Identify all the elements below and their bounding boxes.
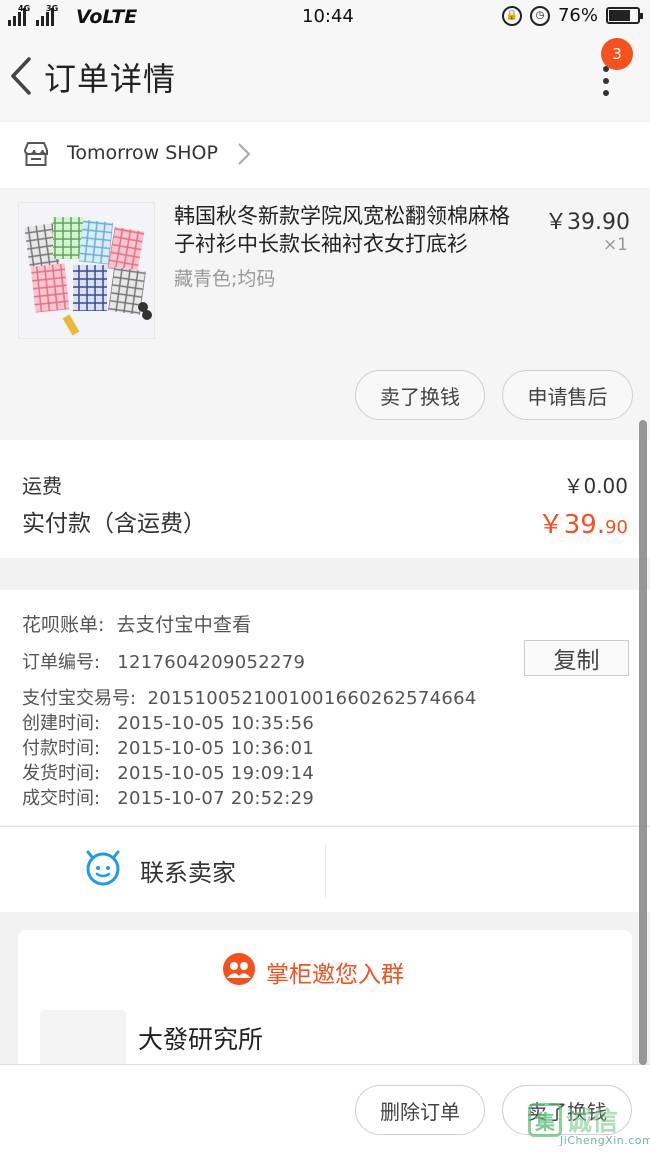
created-row: 创建时间: 2015-10-05 10:35:56	[22, 709, 314, 735]
watermark-text: 诚信	[566, 1107, 619, 1137]
copy-button[interactable]: 复制	[524, 640, 629, 676]
contact-section: 联系卖家	[0, 826, 650, 912]
delete-order-button[interactable]: 删除订单	[355, 1085, 485, 1135]
clock: 10:44	[302, 6, 354, 27]
volte-indicator: VoLTE	[76, 6, 138, 28]
contact-seller-label: 联系卖家	[140, 858, 236, 887]
order-number-label: 订单编号:	[22, 652, 101, 673]
product-quantity: ×1	[602, 235, 628, 255]
alipay-label: 支付宝交易号:	[22, 688, 137, 709]
divider	[325, 845, 326, 897]
completed-value: 2015-10-07 20:52:29	[117, 788, 315, 809]
group-invite-card[interactable]: 掌柜邀您入群 大發研究所	[18, 930, 632, 1070]
shipping-value: ￥0.00	[563, 474, 628, 498]
alipay-value: 2015100521001001660262574664	[147, 688, 477, 709]
created-value: 2015-10-05 10:35:56	[117, 713, 315, 734]
rotation-lock-icon: 🔒	[501, 5, 522, 26]
chat-bubble-icon	[84, 849, 122, 891]
bottom-action-bar: 删除订单 卖了换钱 集 诚信 JiChengXin.com	[0, 1064, 650, 1155]
group-name[interactable]: 大發研究所	[138, 1020, 263, 1056]
scrollbar[interactable]	[639, 420, 647, 1065]
alipay-row: 支付宝交易号: 2015100521001001660262574664	[22, 684, 477, 710]
total-paid-main: ￥39.	[537, 510, 606, 540]
paid-time-label: 付款时间:	[22, 738, 101, 759]
invite-title: 掌柜邀您入群	[222, 952, 404, 992]
shipped-value: 2015-10-05 19:09:14	[117, 763, 315, 784]
shipping-label: 运费	[22, 474, 62, 498]
completed-row: 成交时间: 2015-10-07 20:52:29	[22, 784, 314, 810]
group-avatar	[40, 1010, 126, 1070]
group-invite-icon	[222, 952, 256, 992]
notification-badge: 3	[601, 38, 633, 70]
after-sales-button[interactable]: 申请售后	[502, 370, 633, 420]
product-item[interactable]: 韩国秋冬新款学院风宽松翻领棉麻格子衬衫中长款长袖衬衣女打底衫 藏青色;均码 ￥3…	[0, 190, 650, 440]
total-paid-cents: 90	[605, 517, 628, 538]
product-variant: 藏青色;均码	[174, 268, 276, 290]
order-number-value: 1217604209052279	[117, 652, 306, 673]
created-label: 创建时间:	[22, 713, 101, 734]
payment-summary: 运费 ￥0.00 实付款（含运费） ￥39.90	[0, 440, 650, 558]
status-bar: 4G 3G VoLTE 10:44 🔒 ◷ 76%	[0, 0, 650, 34]
status-icons: 🔒 ◷ 76%	[501, 5, 643, 26]
chevron-right-icon	[236, 142, 252, 166]
total-paid-value: ￥39.90	[538, 504, 628, 541]
shipped-label: 发货时间:	[22, 763, 101, 784]
back-arrow-icon[interactable]	[6, 56, 36, 96]
product-title[interactable]: 韩国秋冬新款学院风宽松翻领棉麻格子衬衫中长款长袖衬衣女打底衫	[174, 202, 526, 258]
total-paid-label: 实付款（含运费）	[22, 511, 206, 537]
shop-name[interactable]: Tomorrow SHOP	[67, 142, 218, 164]
paid-time-row: 付款时间: 2015-10-05 10:36:01	[22, 734, 314, 760]
store-icon	[22, 140, 50, 168]
watermark: 集 诚信 JiChengXin.com	[526, 1101, 650, 1147]
invite-title-text: 掌柜邀您入群	[266, 962, 404, 988]
huabei-row[interactable]: 花呗账单: 去支付宝中查看	[22, 610, 252, 637]
battery-icon	[606, 7, 643, 24]
network-type-secondary: 3G	[46, 4, 59, 13]
watermark-logo: 集	[528, 1103, 562, 1137]
order-info: 花呗账单: 去支付宝中查看 订单编号: 1217604209052279 复制 …	[0, 590, 650, 825]
huabei-label: 花呗账单:	[22, 614, 105, 636]
completed-label: 成交时间:	[22, 788, 101, 809]
shipped-row: 发货时间: 2015-10-05 19:09:14	[22, 759, 314, 785]
order-number-row: 订单编号: 1217604209052279	[22, 648, 305, 674]
contact-seller-button[interactable]: 联系卖家	[84, 847, 236, 893]
battery-percent: 76%	[557, 5, 598, 26]
paid-time-value: 2015-10-05 10:36:01	[117, 738, 315, 759]
header: 订单详情 3	[0, 34, 650, 120]
huabei-value[interactable]: 去支付宝中查看	[117, 614, 252, 636]
shop-row[interactable]: Tomorrow SHOP	[0, 122, 650, 188]
product-price: ￥39.90	[545, 210, 630, 235]
page-title: 订单详情	[44, 60, 177, 98]
network-type-primary: 4G	[18, 4, 31, 13]
alarm-icon: ◷	[529, 5, 550, 26]
watermark-subtext: JiChengXin.com	[560, 1134, 650, 1147]
product-image[interactable]	[18, 202, 155, 339]
sell-for-cash-button[interactable]: 卖了换钱	[355, 370, 485, 420]
